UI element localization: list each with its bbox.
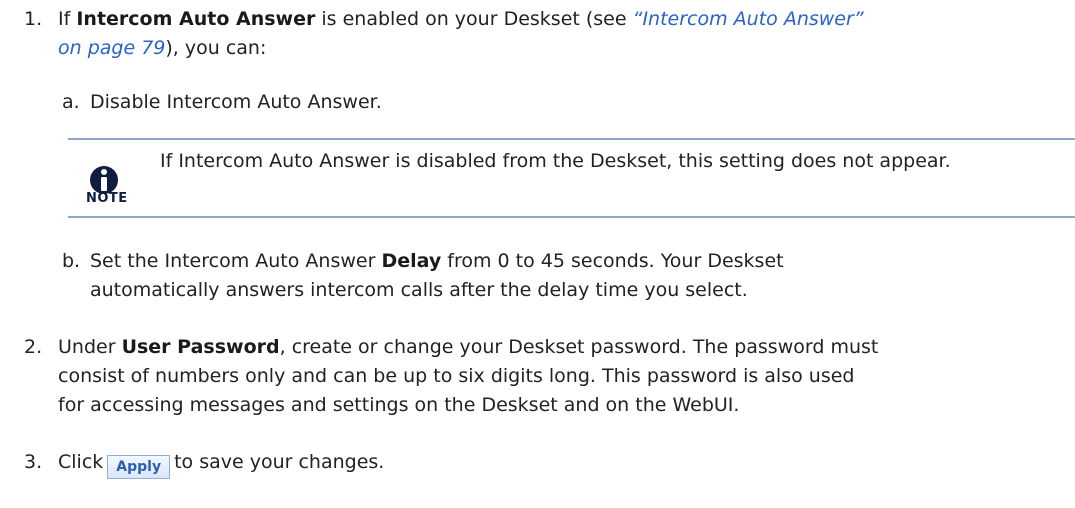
step-text: for accessing messages and settings on t… <box>58 394 740 416</box>
step-3: 3. Click Apply to save your changes. <box>24 448 384 479</box>
substep-a: a. Disable Intercom Auto Answer. <box>62 88 382 117</box>
step-text: consist of numbers only and can be up to… <box>58 365 855 387</box>
step-text: , create or change your Deskset password… <box>279 336 879 358</box>
step-2: 2. Under User Password, create or change … <box>24 333 878 362</box>
step-number: 1. <box>24 8 43 30</box>
step-text: If <box>58 8 77 30</box>
substep-text: Set the Intercom Auto Answer <box>90 250 382 272</box>
substep-b: b. Set the Intercom Auto Answer Delay fro… <box>62 247 784 276</box>
apply-button[interactable]: Apply <box>107 455 171 479</box>
setting-name: Delay <box>381 250 442 272</box>
note-label: NOTE <box>86 191 128 206</box>
step-text: Click <box>58 451 104 473</box>
note-text: If Intercom Auto Answer is disabled from… <box>160 150 951 172</box>
setting-name: Intercom Auto Answer <box>76 8 316 30</box>
cross-reference-link[interactable]: “Intercom Auto Answer” <box>633 8 864 30</box>
substep-text: automatically answers intercom calls aft… <box>90 279 748 301</box>
step-text: Under <box>58 336 122 358</box>
step-1: 1. If Intercom Auto Answer is enabled on … <box>24 5 864 34</box>
substep-text: from 0 to 45 seconds. Your Deskset <box>441 250 784 272</box>
step-number: 3. <box>24 451 43 473</box>
substep-text: Disable Intercom Auto Answer. <box>90 91 382 113</box>
substep-b-continuation: automatically answers intercom calls aft… <box>90 276 748 305</box>
step-text: to save your changes. <box>174 451 385 473</box>
step-number: 2. <box>24 336 43 358</box>
page-reference-link[interactable]: on page 79 <box>58 37 165 59</box>
substep-letter: b. <box>62 250 81 272</box>
step-1-continuation: on page 79), you can: <box>58 34 266 63</box>
substep-letter: a. <box>62 91 80 113</box>
setting-name: User Password <box>121 336 280 358</box>
document-page: { "step1": { "number": "1.", "prefix": "… <box>0 0 1075 508</box>
step-2-continuation: for accessing messages and settings on t… <box>58 391 739 420</box>
step-2-continuation: consist of numbers only and can be up to… <box>58 362 854 391</box>
note-box: NOTE If Intercom Auto Answer is disabled… <box>68 138 1075 218</box>
step-text: ), you can: <box>165 37 267 59</box>
step-text: is enabled on your Deskset (see <box>315 8 633 30</box>
